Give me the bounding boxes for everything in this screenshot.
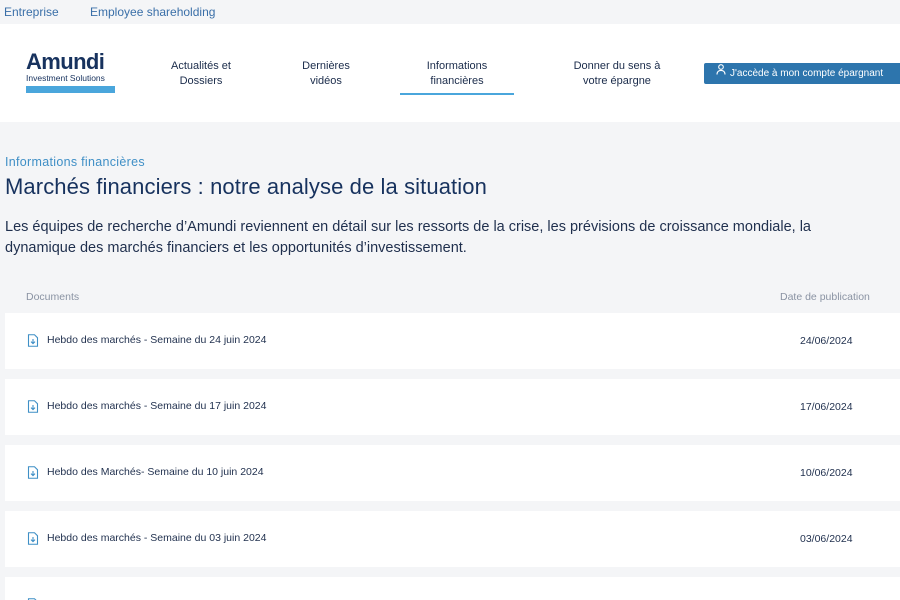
document-download-icon [27, 532, 39, 550]
publication-date: 24/06/2024 [800, 335, 853, 347]
logo-accent-bar [26, 86, 115, 93]
logo-tagline: Investment Solutions [26, 73, 105, 83]
document-title[interactable]: Hebdo des marchés - Semaine du 17 juin 2… [47, 400, 266, 412]
document-row[interactable] [5, 577, 900, 600]
document-row[interactable]: Hebdo des marchés - Semaine du 03 juin 2… [5, 511, 900, 567]
link-employee-shareholding[interactable]: Employee shareholding [90, 5, 215, 19]
account-login-button[interactable]: J'accède à mon compte épargnant [704, 63, 900, 84]
nav-item-dernieres-videos[interactable]: Dernières vidéos [286, 59, 366, 89]
column-header-documents: Documents [26, 291, 80, 303]
document-title[interactable]: Hebdo des marchés - Semaine du 03 juin 2… [47, 532, 266, 544]
section-eyebrow: Informations financières [5, 155, 145, 169]
document-title[interactable]: Hebdo des Marchés- Semaine du 10 juin 20… [47, 466, 264, 478]
column-header-date: Date de publication [780, 291, 870, 303]
publication-date: 17/06/2024 [800, 401, 853, 413]
page-title: Marchés financiers : notre analyse de la… [5, 174, 487, 199]
publication-date: 10/06/2024 [800, 467, 853, 479]
user-icon [716, 62, 726, 83]
nav-item-informations-financieres[interactable]: Informations financières [400, 59, 514, 95]
nav-item-actualites[interactable]: Actualités et Dossiers [160, 59, 242, 89]
link-entreprise[interactable]: Entreprise [4, 5, 59, 19]
top-utility-bar: Entreprise Employee shareholding [0, 0, 900, 24]
amundi-logo[interactable]: Amundi Investment Solutions [26, 51, 116, 93]
page-intro: Les équipes de recherche d’Amundi revien… [5, 219, 811, 256]
publication-date: 03/06/2024 [800, 533, 853, 545]
logo-wordmark: Amundi [26, 49, 105, 74]
nav-item-donner-du-sens[interactable]: Donner du sens à votre épargne [556, 59, 678, 89]
document-row[interactable]: Hebdo des Marchés- Semaine du 10 juin 20… [5, 445, 900, 501]
document-download-icon [27, 334, 39, 352]
document-title[interactable]: Hebdo des marchés - Semaine du 24 juin 2… [47, 334, 266, 346]
document-download-icon [27, 466, 39, 484]
account-login-label: J'accède à mon compte épargnant [730, 68, 884, 79]
document-download-icon [27, 400, 39, 418]
document-row[interactable]: Hebdo des marchés - Semaine du 17 juin 2… [5, 379, 900, 435]
document-row[interactable]: Hebdo des marchés - Semaine du 24 juin 2… [5, 313, 900, 369]
site-header: Amundi Investment Solutions Actualités e… [0, 24, 900, 122]
